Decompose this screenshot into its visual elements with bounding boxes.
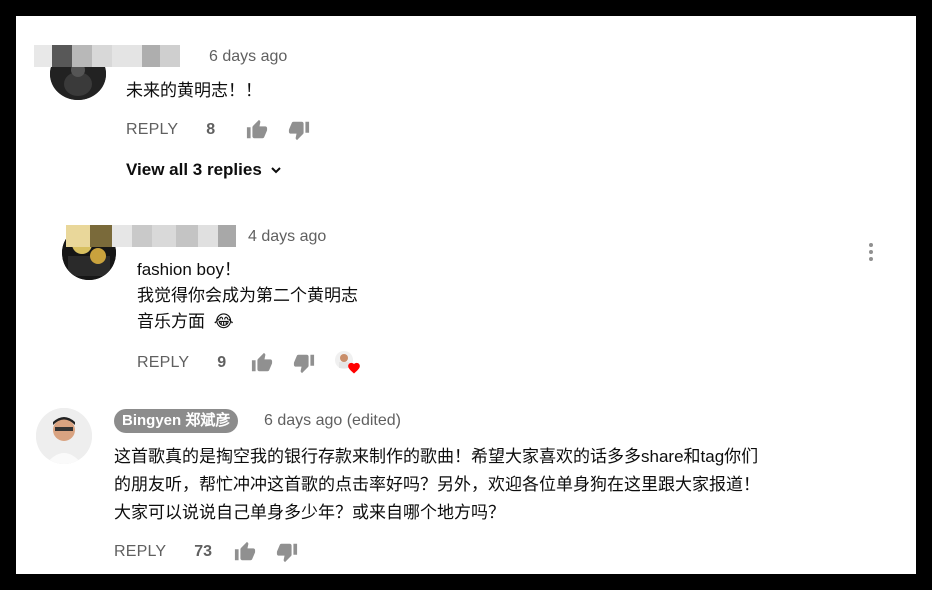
comment-actions: REPLY 73 bbox=[114, 541, 298, 563]
comment-line: 这首歌真的是掏空我的银行存款来制作的歌曲！希望大家喜欢的话多多share和tag… bbox=[114, 447, 759, 466]
thumbs-down-icon[interactable] bbox=[276, 541, 298, 563]
comment-text: 这首歌真的是掏空我的银行存款来制作的歌曲！希望大家喜欢的话多多share和tag… bbox=[114, 443, 760, 527]
comment-line: 未来的黄明志！！ bbox=[126, 81, 262, 100]
thumbs-down-icon[interactable] bbox=[293, 352, 315, 374]
thumbs-up-icon[interactable] bbox=[234, 541, 256, 563]
reply-button[interactable]: REPLY bbox=[114, 543, 166, 561]
laughing-emoji: 😂 bbox=[213, 312, 234, 331]
heart-icon bbox=[348, 362, 361, 374]
comment-avatar[interactable] bbox=[36, 408, 92, 464]
reply-timestamp[interactable]: 4 days ago bbox=[248, 228, 326, 246]
comment-line: 音乐方面 😂 bbox=[137, 309, 358, 335]
comment-line: 大家可以说说自己单身多少年？或来自哪个地方吗？ bbox=[114, 503, 505, 522]
author-name-blurred[interactable] bbox=[34, 45, 180, 67]
avatar-image bbox=[36, 408, 92, 464]
comment-text: 未来的黄明志！！ bbox=[126, 78, 262, 104]
reply-actions: REPLY 9 bbox=[137, 351, 361, 375]
comment-line: 的朋友听，帮忙冲冲这首歌的点击率好吗？另外，欢迎各位单身狗在这里跟大家报道！ bbox=[114, 475, 760, 494]
thumbs-up-icon[interactable] bbox=[251, 352, 273, 374]
chevron-down-icon bbox=[271, 167, 281, 174]
author-badge[interactable]: Bingyen 郑斌彦 bbox=[114, 409, 239, 433]
reply-button[interactable]: REPLY bbox=[126, 121, 178, 139]
reply-button[interactable]: REPLY bbox=[137, 354, 189, 372]
view-replies-button[interactable]: View all 3 replies bbox=[126, 160, 284, 180]
comment-line: 我觉得你会成为第二个黄明志 bbox=[137, 286, 358, 305]
more-vertical-icon[interactable] bbox=[869, 240, 873, 264]
comment-actions: REPLY 8 bbox=[126, 119, 310, 141]
like-count: 8 bbox=[206, 121, 216, 138]
comment-line: fashion boy！ bbox=[137, 260, 241, 279]
comment-timestamp[interactable]: 6 days ago (edited) bbox=[264, 412, 401, 430]
comment-line-text: 音乐方面 bbox=[137, 312, 205, 331]
like-count: 9 bbox=[217, 354, 227, 371]
comment-timestamp[interactable]: 6 days ago bbox=[209, 48, 287, 66]
author-name-blurred[interactable] bbox=[66, 225, 236, 247]
thumbs-up-icon[interactable] bbox=[246, 119, 268, 141]
reply-text: fashion boy！ 我觉得你会成为第二个黄明志 音乐方面 😂 bbox=[137, 257, 358, 335]
comments-panel: 6 days ago 未来的黄明志！！ REPLY 8 View all 3 r… bbox=[16, 16, 916, 574]
view-replies-label: View all 3 replies bbox=[126, 160, 262, 179]
like-count: 73 bbox=[194, 543, 213, 560]
thumbs-down-icon[interactable] bbox=[288, 119, 310, 141]
author-name: Bingyen 郑斌彦 bbox=[114, 409, 239, 433]
creator-heart bbox=[335, 351, 361, 375]
